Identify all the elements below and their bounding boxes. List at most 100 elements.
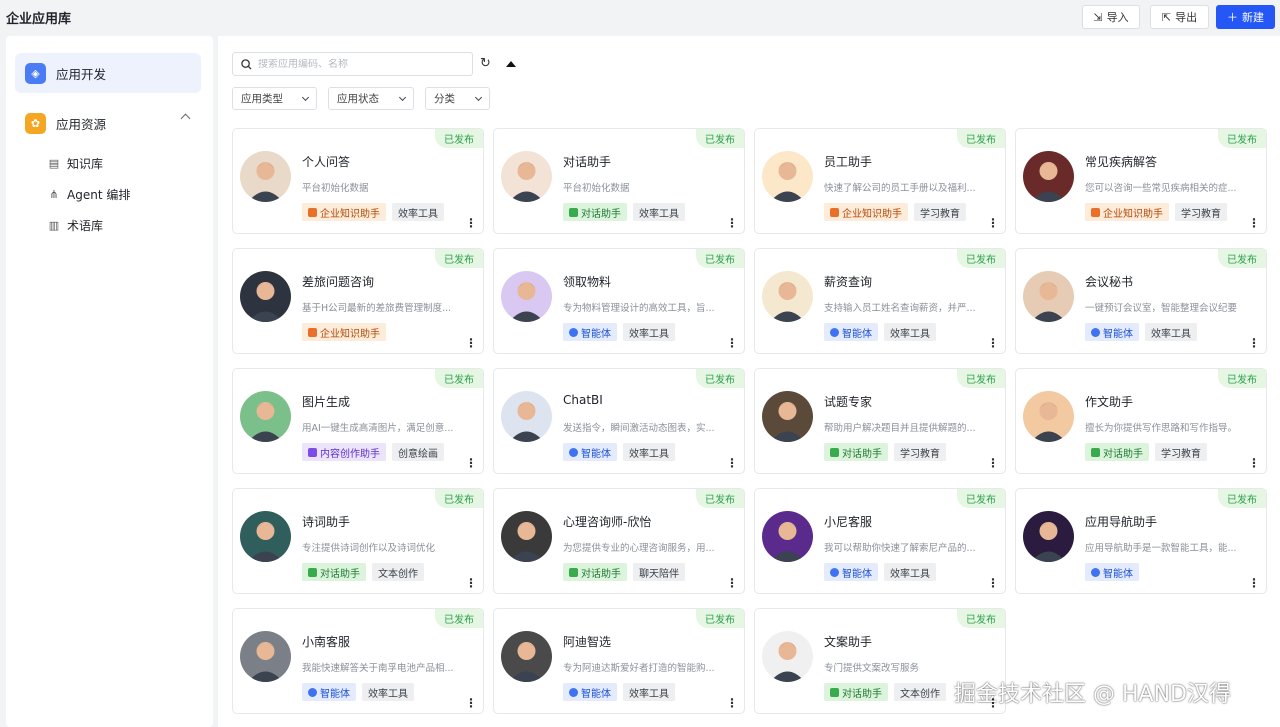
status-badge: 已发布 bbox=[696, 609, 744, 628]
chevron-down-icon bbox=[398, 93, 407, 101]
sidebar-item-app-dev[interactable]: ◈ 应用开发 bbox=[15, 53, 201, 93]
avatar bbox=[501, 151, 552, 202]
app-card[interactable]: 已发布 心理咨询师-欣怡 为您提供专业的心理咨询服务，用... 对话助手 聊天陪伴 ⋮ bbox=[493, 488, 745, 594]
search-input[interactable] bbox=[258, 58, 458, 70]
tag-icon bbox=[308, 567, 317, 577]
tag: 智能体 bbox=[302, 683, 356, 701]
app-card[interactable]: 已发布 会议秘书 一键预订会议室，智能整理会议纪要 智能体 效率工具 ⋮ bbox=[1015, 248, 1267, 354]
tag-icon bbox=[569, 687, 578, 697]
tag: 智能体 bbox=[563, 323, 617, 341]
more-icon[interactable]: ⋮ bbox=[465, 697, 477, 709]
tag-icon bbox=[830, 447, 839, 457]
more-icon[interactable]: ⋮ bbox=[465, 577, 477, 589]
tag: 内容创作助手 bbox=[302, 443, 386, 461]
app-card[interactable]: 已发布 差旅问题咨询 基于H公司最新的差旅费管理制度... 企业知识助手 ⋮ bbox=[232, 248, 484, 354]
app-card[interactable]: 已发布 作文助手 擅长为你提供写作思路和写作指导。 对话助手 学习教育 ⋮ bbox=[1015, 368, 1267, 474]
card-title: 差旅问题咨询 bbox=[302, 275, 375, 289]
filter-app-status[interactable]: 应用状态 bbox=[328, 87, 414, 110]
more-icon[interactable]: ⋮ bbox=[1248, 217, 1260, 229]
tag: 效率工具 bbox=[623, 443, 675, 461]
tag-icon bbox=[308, 207, 317, 217]
tag-icon bbox=[830, 687, 839, 697]
app-card[interactable]: 已发布 试题专家 帮助用户解决题目并且提供解题的... 对话助手 学习教育 ⋮ bbox=[754, 368, 1006, 474]
more-icon[interactable]: ⋮ bbox=[465, 337, 477, 349]
filter-app-type[interactable]: 应用类型 bbox=[232, 87, 317, 110]
plus-icon: ＋ bbox=[1227, 11, 1238, 24]
more-icon[interactable]: ⋮ bbox=[1248, 337, 1260, 349]
sidebar-item-app-res[interactable]: ✿ 应用资源 bbox=[15, 103, 201, 143]
tag-icon bbox=[569, 327, 578, 337]
more-icon[interactable]: ⋮ bbox=[465, 457, 477, 469]
tag: 创意绘画 bbox=[392, 443, 444, 461]
tag: 对话助手 bbox=[563, 563, 627, 581]
collapse-icon[interactable] bbox=[506, 61, 516, 67]
filter-category[interactable]: 分类 bbox=[425, 87, 490, 110]
more-icon[interactable]: ⋮ bbox=[1248, 577, 1260, 589]
card-description: 为您提供专业的心理咨询服务，用... bbox=[563, 543, 715, 554]
more-icon[interactable]: ⋮ bbox=[987, 577, 999, 589]
export-button[interactable]: ⇱ 导出 bbox=[1150, 5, 1209, 29]
avatar bbox=[240, 391, 291, 442]
tag-icon bbox=[569, 447, 578, 457]
tag-label: 智能体 bbox=[581, 448, 611, 460]
new-button[interactable]: ＋ 新建 bbox=[1216, 5, 1275, 29]
app-card[interactable]: 已发布 小南客服 我能快速解答关于南孚电池产品相... 智能体 效率工具 ⋮ bbox=[232, 608, 484, 714]
sidebar-subitem-agent[interactable]: ⋔ Agent 编排 bbox=[48, 184, 130, 204]
status-badge: 已发布 bbox=[1218, 489, 1266, 508]
card-description: 帮助用户解决题目并且提供解题的... bbox=[824, 423, 976, 434]
filter-label: 分类 bbox=[434, 93, 455, 105]
card-description: 快速了解公司的员工手册以及福利... bbox=[824, 183, 976, 194]
card-tags: 企业知识助手 学习教育 bbox=[824, 203, 966, 221]
tag-label: 学习教育 bbox=[920, 208, 960, 220]
app-card[interactable]: 已发布 领取物料 专为物料管理设计的高效工具，旨... 智能体 效率工具 ⋮ bbox=[493, 248, 745, 354]
card-tags: 企业知识助手 bbox=[302, 323, 386, 341]
more-icon[interactable]: ⋮ bbox=[726, 457, 738, 469]
app-card[interactable]: 已发布 个人问答 平台初始化数据 企业知识助手 效率工具 ⋮ bbox=[232, 128, 484, 234]
tag-label: 智能体 bbox=[1103, 328, 1133, 340]
card-title: 作文助手 bbox=[1085, 395, 1134, 409]
app-card[interactable]: 已发布 阿迪智选 专为阿迪达斯爱好者打造的智能购... 智能体 效率工具 ⋮ bbox=[493, 608, 745, 714]
card-description: 我能快速解答关于南孚电池产品相... bbox=[302, 663, 454, 674]
refresh-icon[interactable]: ↻ bbox=[480, 56, 491, 71]
card-title: 常见疾病解答 bbox=[1085, 155, 1158, 169]
more-icon[interactable]: ⋮ bbox=[726, 697, 738, 709]
export-label: 导出 bbox=[1175, 11, 1198, 24]
avatar bbox=[240, 511, 291, 562]
more-icon[interactable]: ⋮ bbox=[726, 337, 738, 349]
tag-label: 效率工具 bbox=[639, 208, 679, 220]
main-panel: ↻ 应用类型 应用状态 分类 已发布个人问答平台初始化数据企业知识助手效率工具⋮… bbox=[218, 36, 1280, 727]
filter-label: 应用类型 bbox=[241, 93, 283, 105]
chevron-up-icon[interactable] bbox=[180, 113, 191, 124]
more-icon[interactable]: ⋮ bbox=[1248, 457, 1260, 469]
tag-label: 效率工具 bbox=[368, 688, 408, 700]
app-card[interactable]: 已发布 应用导航助手 应用导航助手是一款智能工具，能... 智能体 ⋮ bbox=[1015, 488, 1267, 594]
card-tags: 智能体 效率工具 bbox=[302, 683, 414, 701]
import-button[interactable]: ⇲ 导入 bbox=[1082, 5, 1140, 29]
more-icon[interactable]: ⋮ bbox=[987, 457, 999, 469]
app-card[interactable]: 已发布 图片生成 用AI一键生成高清图片，满足创意... 内容创作助手 创意绘画 ⋮ bbox=[232, 368, 484, 474]
tag: 企业知识助手 bbox=[1085, 203, 1169, 221]
agent-icon: ⋔ bbox=[49, 187, 59, 201]
more-icon[interactable]: ⋮ bbox=[465, 217, 477, 229]
more-icon[interactable]: ⋮ bbox=[987, 337, 999, 349]
more-icon[interactable]: ⋮ bbox=[987, 217, 999, 229]
app-card[interactable]: 已发布 诗词助手 专注提供诗词创作以及诗词优化 对话助手 文本创作 ⋮ bbox=[232, 488, 484, 594]
tag-label: 对话助手 bbox=[842, 448, 882, 460]
app-card[interactable]: 已发布 小尼客服 我可以帮助你快速了解索尼产品的... 智能体 效率工具 ⋮ bbox=[754, 488, 1006, 594]
app-card[interactable]: 已发布 薪资查询 支持输入员工姓名查询薪资，并严... 智能体 效率工具 ⋮ bbox=[754, 248, 1006, 354]
card-tags: 智能体 效率工具 bbox=[563, 323, 675, 341]
app-card[interactable]: 已发布 常见疾病解答 您可以咨询一些常见疾病相关的症... 企业知识助手 学习教育 ⋮ bbox=[1015, 128, 1267, 234]
more-icon[interactable]: ⋮ bbox=[726, 577, 738, 589]
app-card[interactable]: 已发布 员工助手 快速了解公司的员工手册以及福利... 企业知识助手 学习教育 ⋮ bbox=[754, 128, 1006, 234]
status-badge: 已发布 bbox=[957, 489, 1005, 508]
tag-icon bbox=[830, 207, 839, 217]
sidebar-subitem-terms[interactable]: ▥ 术语库 bbox=[48, 215, 103, 235]
app-card[interactable]: 已发布 ChatBI 发送指令，瞬间激活动态图表，实... 智能体 效率工具 ⋮ bbox=[493, 368, 745, 474]
app-card[interactable]: 已发布 对话助手 平台初始化数据 对话助手 效率工具 ⋮ bbox=[493, 128, 745, 234]
more-icon[interactable]: ⋮ bbox=[726, 217, 738, 229]
tag-label: 智能体 bbox=[842, 568, 872, 580]
avatar bbox=[762, 151, 813, 202]
sidebar: ◈ 应用开发 ✿ 应用资源 ▤ 知识库 ⋔ Agent 编排 ▥ 术语库 bbox=[6, 36, 213, 727]
tag-label: 文本创作 bbox=[378, 568, 418, 580]
sidebar-subitem-knowledge[interactable]: ▤ 知识库 bbox=[48, 153, 103, 173]
